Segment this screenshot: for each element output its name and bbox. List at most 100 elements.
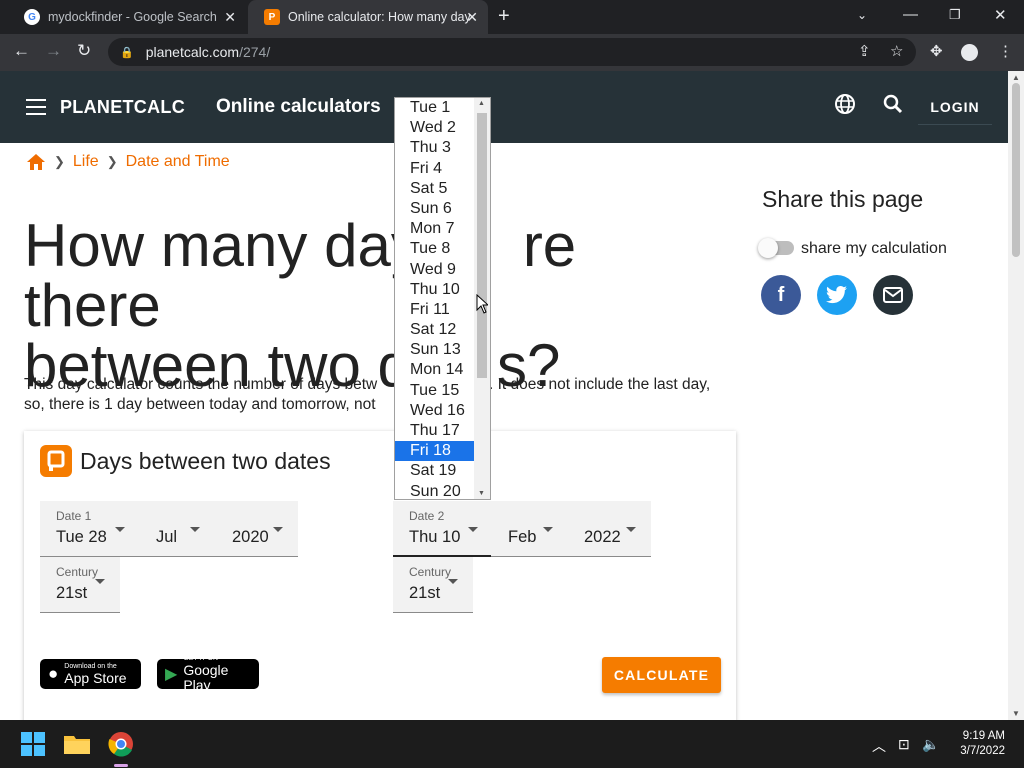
scroll-up-icon[interactable]: ▲ [1012,73,1020,82]
tab-title: Online calculator: How many day [288,10,471,24]
file-explorer-icon[interactable] [61,728,93,760]
taskbar-clock[interactable]: 9:19 AM 3/7/2022 [950,729,1005,759]
restore-icon[interactable]: ❐ [949,7,961,23]
url-host: planetcalc.com [145,44,240,60]
chevron-down-icon [543,527,553,532]
dropdown-option[interactable]: Sat 5 [395,179,475,199]
title-line1-start: How many day [24,212,421,279]
dropdown-option[interactable]: Fri 4 [395,159,475,179]
tab-google-search[interactable]: G mydockfinder - Google Search ✕ [8,0,246,34]
google-icon: G [24,9,40,25]
calculator-card: Days between two dates Date 1 Tue 28 Jul… [24,431,736,720]
appstore-big-text: App Store [64,669,127,686]
calculate-button[interactable]: CALCULATE [602,657,721,693]
tab-planetcalc[interactable]: P Online calculator: How many day ✕ [248,0,488,34]
date2-day-select[interactable]: Thu 10 [409,528,460,547]
share-icon[interactable]: ⇪ [858,42,871,60]
volume-icon[interactable]: 🔈 [922,736,939,753]
century2-select[interactable]: Century 21st [393,557,473,613]
dropdown-scroll-thumb[interactable] [477,113,487,378]
dropdown-option[interactable]: Sat 12 [395,320,475,340]
dropdown-option[interactable]: Wed 9 [395,260,475,280]
chevron-down-icon [273,527,283,532]
century2-value: 21st [409,584,441,602]
twitter-share-icon[interactable] [817,275,857,315]
breadcrumb-date-and-time[interactable]: Date and Time [126,153,230,171]
page-scrollbar[interactable]: ▲ ▼ [1008,71,1024,720]
reload-icon[interactable]: ↻ [77,41,91,61]
extensions-icon[interactable]: ✥ [930,42,943,60]
date1-year-select[interactable]: 2020 [232,528,269,547]
scroll-down-icon[interactable]: ▼ [478,490,485,497]
clock-date: 3/7/2022 [960,745,1005,757]
minimize-icon[interactable]: — [903,6,918,23]
date2-label: Date 2 [409,509,445,523]
windows-start-icon[interactable] [17,728,49,760]
site-logo[interactable]: PLANETCALC [60,97,185,118]
back-icon[interactable]: ← [13,41,30,61]
dropdown-option[interactable]: Mon 7 [395,219,475,239]
home-icon[interactable] [26,153,46,171]
share-calculation-toggle[interactable] [758,238,794,258]
chevron-down-icon [190,527,200,532]
date1-month-select[interactable]: Jul [156,528,177,547]
language-globe-icon[interactable] [834,93,856,115]
google-play-badge[interactable]: ▶ GET IT ON Google Play [157,655,259,693]
close-window-icon[interactable]: ✕ [994,6,1007,24]
app-store-badge[interactable]: ● Download on the App Store [40,659,141,689]
dropdown-option[interactable]: Thu 17 [395,421,475,441]
network-icon[interactable]: ⊡ [898,736,910,753]
dropdown-option[interactable]: Mon 14 [395,360,475,380]
menu-kebab-icon[interactable]: ⋮ [998,42,1013,60]
share-title: Share this page [762,186,924,212]
calculator-title: Days between two dates [80,448,331,474]
date2-month-select[interactable]: Feb [508,528,536,547]
dropdown-option[interactable]: Fri 18 [395,441,475,462]
chevron-right-icon: ❯ [54,154,65,169]
show-hidden-icons-icon[interactable]: ︿ [872,736,886,756]
new-tab-button[interactable]: + [498,5,510,28]
scroll-down-icon[interactable]: ▼ [1012,709,1020,718]
scroll-up-icon[interactable]: ▲ [478,100,485,107]
dropdown-option[interactable]: Sun 13 [395,340,475,360]
date2-year-select[interactable]: 2022 [584,528,621,547]
century2-label: Century [409,565,452,579]
century1-label: Century [56,565,99,579]
page-scroll-thumb[interactable] [1012,83,1020,257]
login-button[interactable]: LOGIN [918,89,992,125]
dropdown-option[interactable]: Tue 8 [395,239,475,259]
dropdown-option[interactable]: Thu 10 [395,280,475,300]
century1-value: 21st [56,584,88,602]
bookmark-star-icon[interactable]: ☆ [890,42,903,60]
site-header: PLANETCALC Online calculators LOGIN [0,71,1008,143]
search-icon[interactable] [882,93,904,115]
breadcrumb-life[interactable]: Life [73,153,99,171]
email-share-icon[interactable] [873,275,913,315]
close-tab-icon[interactable]: ✕ [466,9,478,26]
dropdown-option[interactable]: Wed 2 [395,118,475,138]
dropdown-option[interactable]: Thu 3 [395,138,475,158]
breadcrumb: ❯ Life ❯ Date and Time [26,153,230,171]
apple-icon: ● [48,664,59,683]
dropdown-option[interactable]: Tue 15 [395,381,475,401]
dropdown-option[interactable]: Sat 19 [395,461,475,481]
close-tab-icon[interactable]: ✕ [224,9,236,26]
dropdown-option[interactable]: Sun 20 [395,482,475,499]
forward-icon[interactable]: → [45,41,62,61]
share-toggle-label: share my calculation [801,240,947,257]
dropdown-option[interactable]: Sun 6 [395,199,475,219]
clock-time: 9:19 AM [962,730,1005,742]
dropdown-option[interactable]: Wed 16 [395,401,475,421]
dropdown-option[interactable]: Fri 11 [395,300,475,320]
century1-select[interactable]: Century 21st [40,557,120,613]
tab-search-icon[interactable]: ⌄ [857,8,867,22]
chrome-icon[interactable] [105,728,137,760]
profile-icon[interactable] [961,44,978,61]
facebook-share-icon[interactable]: f [761,275,801,315]
dropdown-option[interactable]: Tue 1 [395,98,475,118]
mouse-cursor-icon [476,294,488,314]
online-calculators-link[interactable]: Online calculators [216,96,381,118]
hamburger-menu-icon[interactable] [26,99,46,120]
date1-day-select[interactable]: Tue 28 [56,528,107,547]
address-bar[interactable]: 🔒 planetcalc.com/274/ [108,38,916,66]
